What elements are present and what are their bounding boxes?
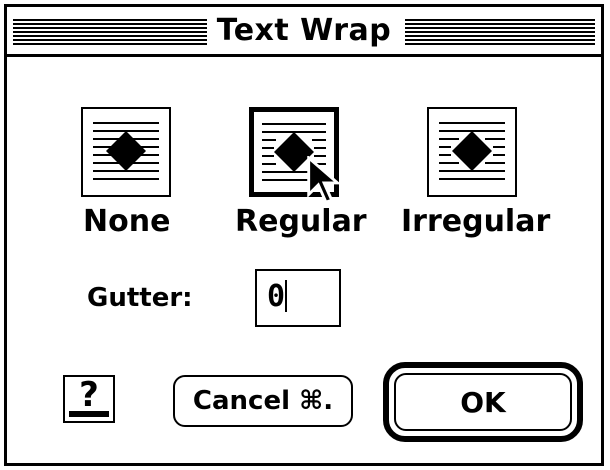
help-button[interactable]: ?: [63, 375, 115, 423]
wrap-option-irregular[interactable]: [427, 107, 517, 197]
help-icon-base: [69, 411, 109, 417]
gutter-value: 0: [267, 279, 286, 314]
text-caret: [285, 280, 288, 312]
gutter-label: Gutter:: [87, 283, 193, 313]
ok-button-default-ring: OK: [383, 362, 583, 442]
gutter-input[interactable]: 0: [255, 269, 341, 327]
help-icon: ?: [79, 375, 99, 415]
wrap-option-regular-label: Regular: [235, 204, 367, 239]
text-wrap-dialog: Text Wrap None Regular Irregular Gutter:…: [4, 4, 604, 466]
ok-button[interactable]: OK: [394, 373, 572, 431]
wrap-option-regular[interactable]: [249, 107, 342, 204]
arrow-cursor-icon: [307, 156, 342, 204]
wrap-none-icon: [93, 122, 159, 180]
wrap-option-none-label: None: [83, 204, 171, 239]
wrap-irregular-icon: [439, 122, 505, 180]
dialog-title: Text Wrap: [7, 13, 601, 49]
wrap-option-none[interactable]: [81, 107, 171, 197]
cancel-button[interactable]: Cancel ⌘.: [173, 375, 353, 427]
title-bar[interactable]: Text Wrap: [7, 7, 601, 57]
wrap-option-irregular-label: Irregular: [401, 204, 551, 239]
